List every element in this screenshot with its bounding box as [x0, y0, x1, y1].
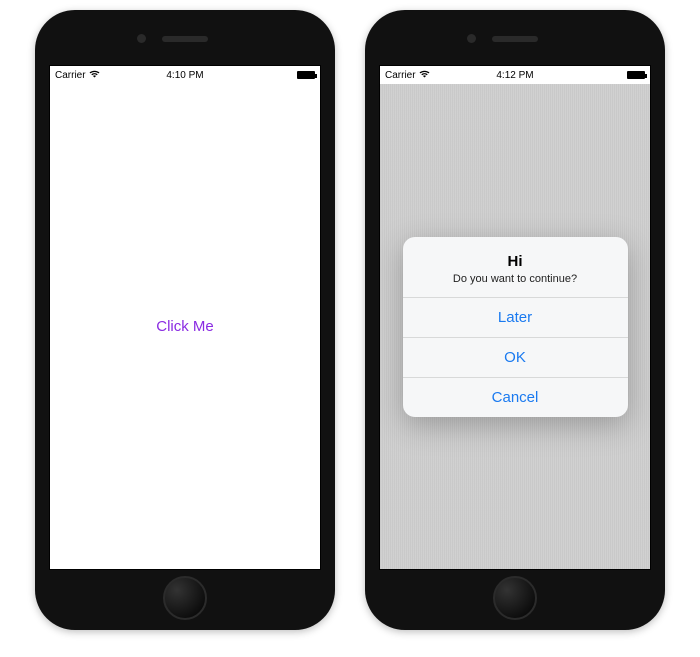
battery-icon — [627, 71, 645, 79]
alert-ok-button[interactable]: OK — [403, 337, 628, 377]
status-bar: Carrier 4:10 PM — [50, 66, 320, 84]
clock-label: 4:12 PM — [380, 70, 650, 81]
click-me-button[interactable]: Click Me — [156, 318, 214, 335]
home-button[interactable] — [163, 576, 207, 620]
home-button[interactable] — [493, 576, 537, 620]
screen-left: Carrier 4:10 PM Click Me — [49, 65, 321, 570]
alert-message: Do you want to continue? — [415, 273, 616, 285]
phone-right: Carrier 4:12 PM Hi Do you want to contin… — [365, 10, 665, 630]
alert-later-button[interactable]: Later — [403, 297, 628, 337]
clock-label: 4:10 PM — [50, 70, 320, 81]
alert-cancel-button[interactable]: Cancel — [403, 377, 628, 417]
alert-title: Hi — [415, 253, 616, 270]
alert-dialog: Hi Do you want to continue? Later OK Can… — [403, 237, 628, 417]
screen-right: Carrier 4:12 PM Hi Do you want to contin… — [379, 65, 651, 570]
content-area: Click Me — [50, 84, 320, 569]
alert-backdrop: Hi Do you want to continue? Later OK Can… — [380, 84, 650, 569]
phone-left: Carrier 4:10 PM Click Me — [35, 10, 335, 630]
alert-header: Hi Do you want to continue? — [403, 237, 628, 297]
status-bar: Carrier 4:12 PM — [380, 66, 650, 84]
battery-icon — [297, 71, 315, 79]
